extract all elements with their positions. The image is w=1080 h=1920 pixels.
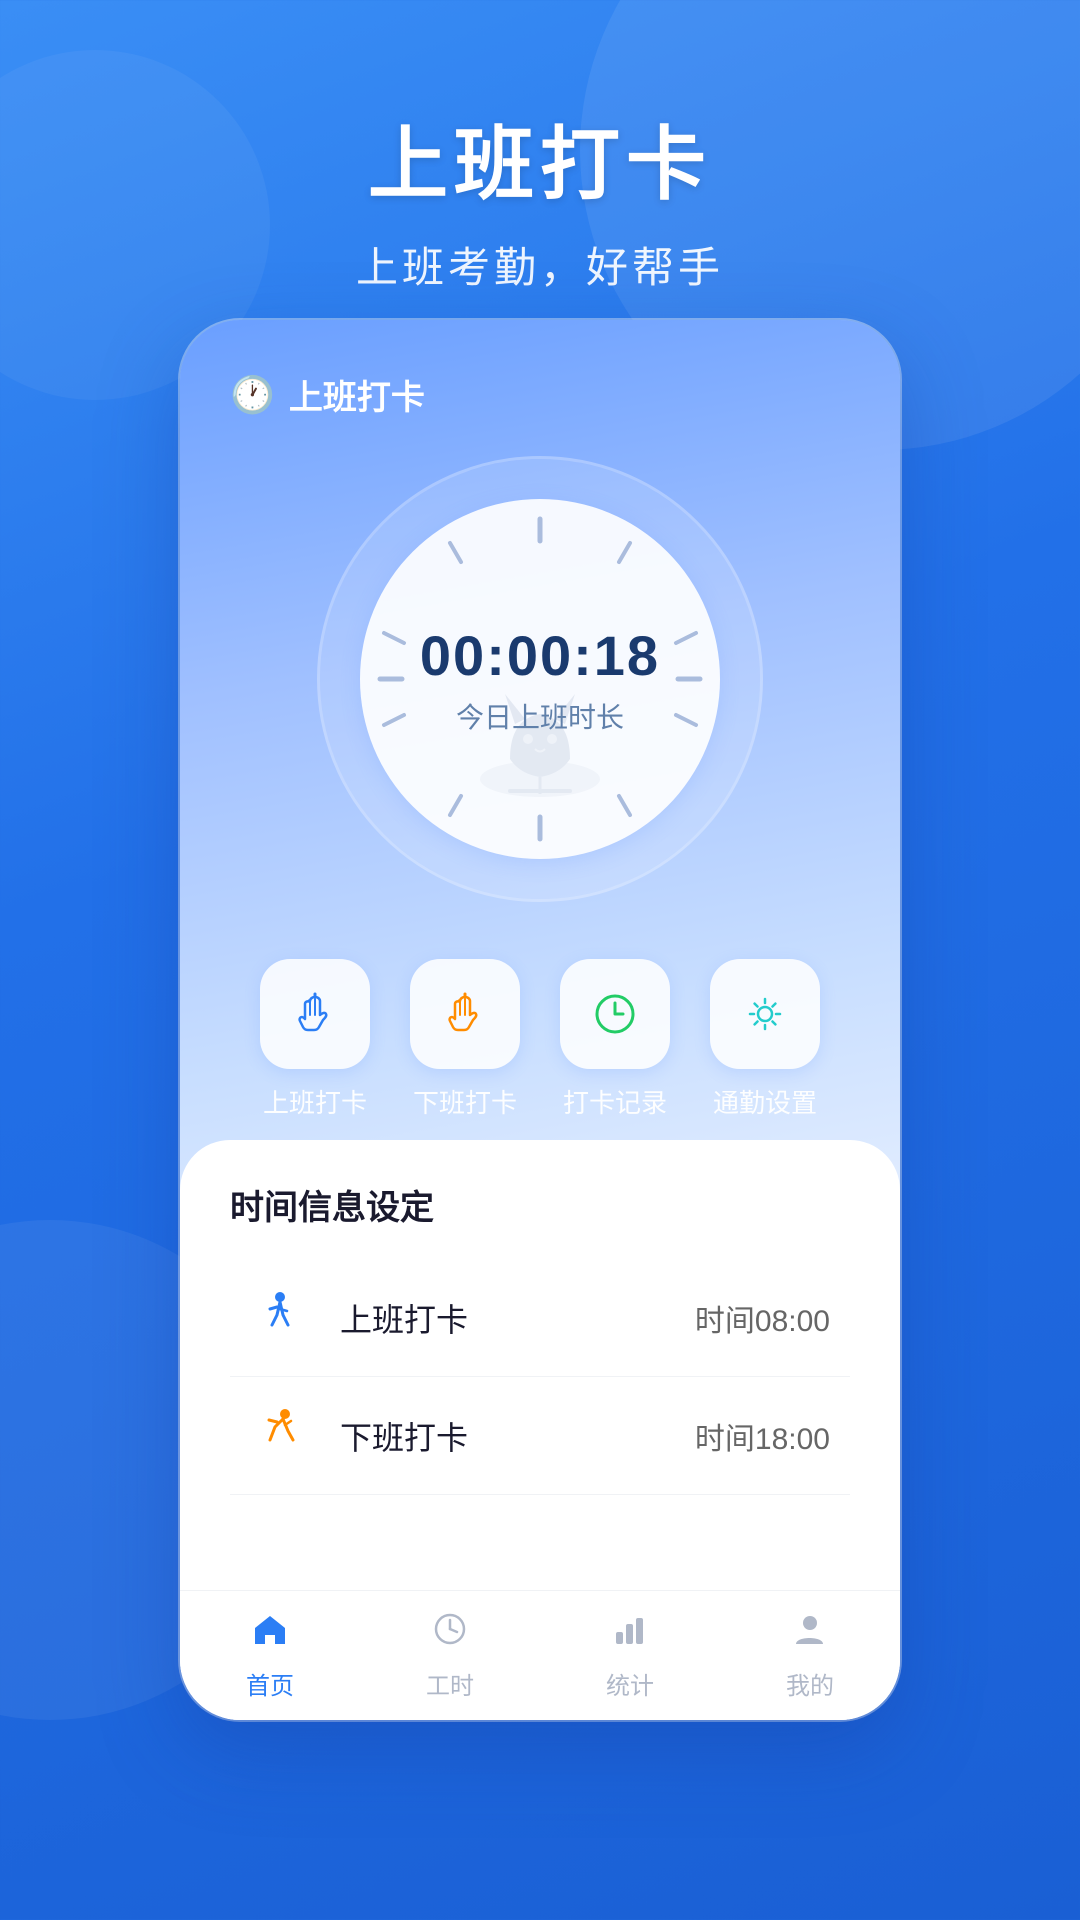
nav-hours-label: 工时 bbox=[426, 1666, 474, 1701]
checkout-button-circle[interactable] bbox=[410, 959, 520, 1069]
page-title: 上班打卡 bbox=[0, 100, 1080, 216]
app-icon: 🕐 bbox=[230, 374, 275, 416]
hours-nav-icon bbox=[431, 1610, 469, 1648]
work-checkin-row[interactable]: 上班打卡 时间08:00 bbox=[230, 1259, 850, 1377]
mine-nav-icon bbox=[791, 1610, 829, 1648]
phone-mockup: 🕐 上班打卡 bbox=[180, 320, 900, 1720]
section-title: 时间信息设定 bbox=[230, 1180, 850, 1229]
checkin-icon bbox=[290, 989, 340, 1039]
mine-icon bbox=[791, 1610, 829, 1658]
checkout-label: 下班打卡 bbox=[413, 1083, 517, 1120]
checkin-button[interactable]: 上班打卡 bbox=[260, 959, 370, 1120]
clock-label: 今日上班时长 bbox=[456, 696, 624, 736]
records-button[interactable]: 打卡记录 bbox=[560, 959, 670, 1120]
settings-icon bbox=[740, 989, 790, 1039]
settings-button[interactable]: 通勤设置 bbox=[710, 959, 820, 1120]
bottom-card: 时间信息设定 上班打卡 时间08:00 bbox=[180, 1140, 900, 1720]
stats-icon bbox=[611, 1610, 649, 1658]
work-checkout-row[interactable]: 下班打卡 时间18:00 bbox=[230, 1377, 850, 1495]
work-checkout-time: 时间18:00 bbox=[695, 1414, 830, 1458]
clock-section: 00:00:18 今日上班时长 bbox=[180, 439, 900, 929]
work-checkin-time: 时间08:00 bbox=[695, 1296, 830, 1340]
clock-outer-ring: 00:00:18 今日上班时长 bbox=[320, 459, 760, 899]
hours-icon bbox=[431, 1610, 469, 1658]
nav-stats[interactable]: 统计 bbox=[606, 1610, 654, 1701]
app-title: 上班打卡 bbox=[289, 370, 425, 419]
checkin-label: 上班打卡 bbox=[263, 1083, 367, 1120]
nav-stats-label: 统计 bbox=[606, 1666, 654, 1701]
home-icon bbox=[251, 1610, 289, 1658]
header-section: 上班打卡 上班考勤，好帮手 bbox=[0, 0, 1080, 295]
app-topbar: 🕐 上班打卡 bbox=[180, 320, 900, 439]
bottom-nav: 首页 工时 bbox=[180, 1590, 900, 1720]
nav-mine-label: 我的 bbox=[786, 1666, 834, 1701]
records-button-circle[interactable] bbox=[560, 959, 670, 1069]
work-checkout-icon bbox=[250, 1405, 310, 1466]
stats-nav-icon bbox=[611, 1610, 649, 1648]
home-nav-icon bbox=[251, 1610, 289, 1648]
action-buttons: 上班打卡 下班打卡 bbox=[180, 929, 900, 1140]
work-checkout-name: 下班打卡 bbox=[340, 1413, 695, 1459]
runner-icon bbox=[255, 1405, 305, 1455]
clock-face: 00:00:18 今日上班时长 bbox=[360, 499, 720, 859]
page-subtitle: 上班考勤，好帮手 bbox=[0, 234, 1080, 295]
settings-button-circle[interactable] bbox=[710, 959, 820, 1069]
nav-home[interactable]: 首页 bbox=[246, 1610, 294, 1701]
nav-hours[interactable]: 工时 bbox=[426, 1610, 474, 1701]
work-checkin-icon bbox=[250, 1287, 310, 1348]
walker-icon bbox=[255, 1287, 305, 1337]
checkin-button-circle[interactable] bbox=[260, 959, 370, 1069]
checkout-icon bbox=[440, 989, 490, 1039]
clock-time: 00:00:18 bbox=[420, 623, 660, 688]
work-checkin-name: 上班打卡 bbox=[340, 1295, 695, 1341]
checkout-button[interactable]: 下班打卡 bbox=[410, 959, 520, 1120]
records-icon bbox=[590, 989, 640, 1039]
cat-silhouette bbox=[460, 669, 620, 809]
records-label: 打卡记录 bbox=[563, 1083, 667, 1120]
settings-label: 通勤设置 bbox=[713, 1083, 817, 1120]
nav-home-label: 首页 bbox=[246, 1666, 294, 1701]
nav-mine[interactable]: 我的 bbox=[786, 1610, 834, 1701]
